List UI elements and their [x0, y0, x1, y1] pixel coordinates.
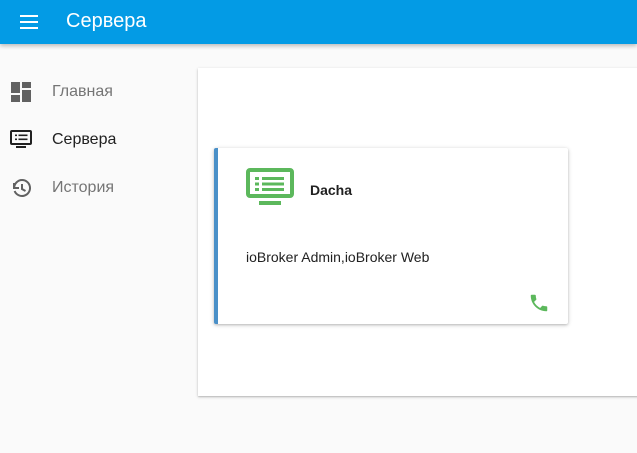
sidebar-item-home[interactable]: Главная	[0, 68, 190, 116]
monitor-list-icon	[10, 129, 32, 151]
server-monitor-icon	[246, 168, 294, 208]
server-description: ioBroker Admin,ioBroker Web	[246, 249, 430, 265]
menu-button[interactable]	[16, 12, 42, 32]
app-bar: Сервера	[0, 0, 637, 44]
sidebar-item-servers[interactable]: Сервера	[0, 116, 190, 164]
server-name: Dacha	[310, 182, 353, 198]
sidebar-item-label: Сервера	[52, 131, 117, 148]
history-icon	[10, 177, 32, 199]
server-card[interactable]: Dacha ioBroker Admin,ioBroker Web	[214, 148, 568, 324]
sidebar-item-label: Главная	[52, 83, 113, 100]
sidebar-item-label: История	[52, 179, 115, 196]
sidebar: Главная Сервера История	[0, 44, 190, 453]
phone-icon[interactable]	[528, 292, 550, 314]
dashboard-icon	[10, 81, 32, 103]
page-title: Сервера	[66, 10, 147, 32]
sidebar-item-history[interactable]: История	[0, 164, 190, 212]
menu-icon	[20, 15, 38, 29]
